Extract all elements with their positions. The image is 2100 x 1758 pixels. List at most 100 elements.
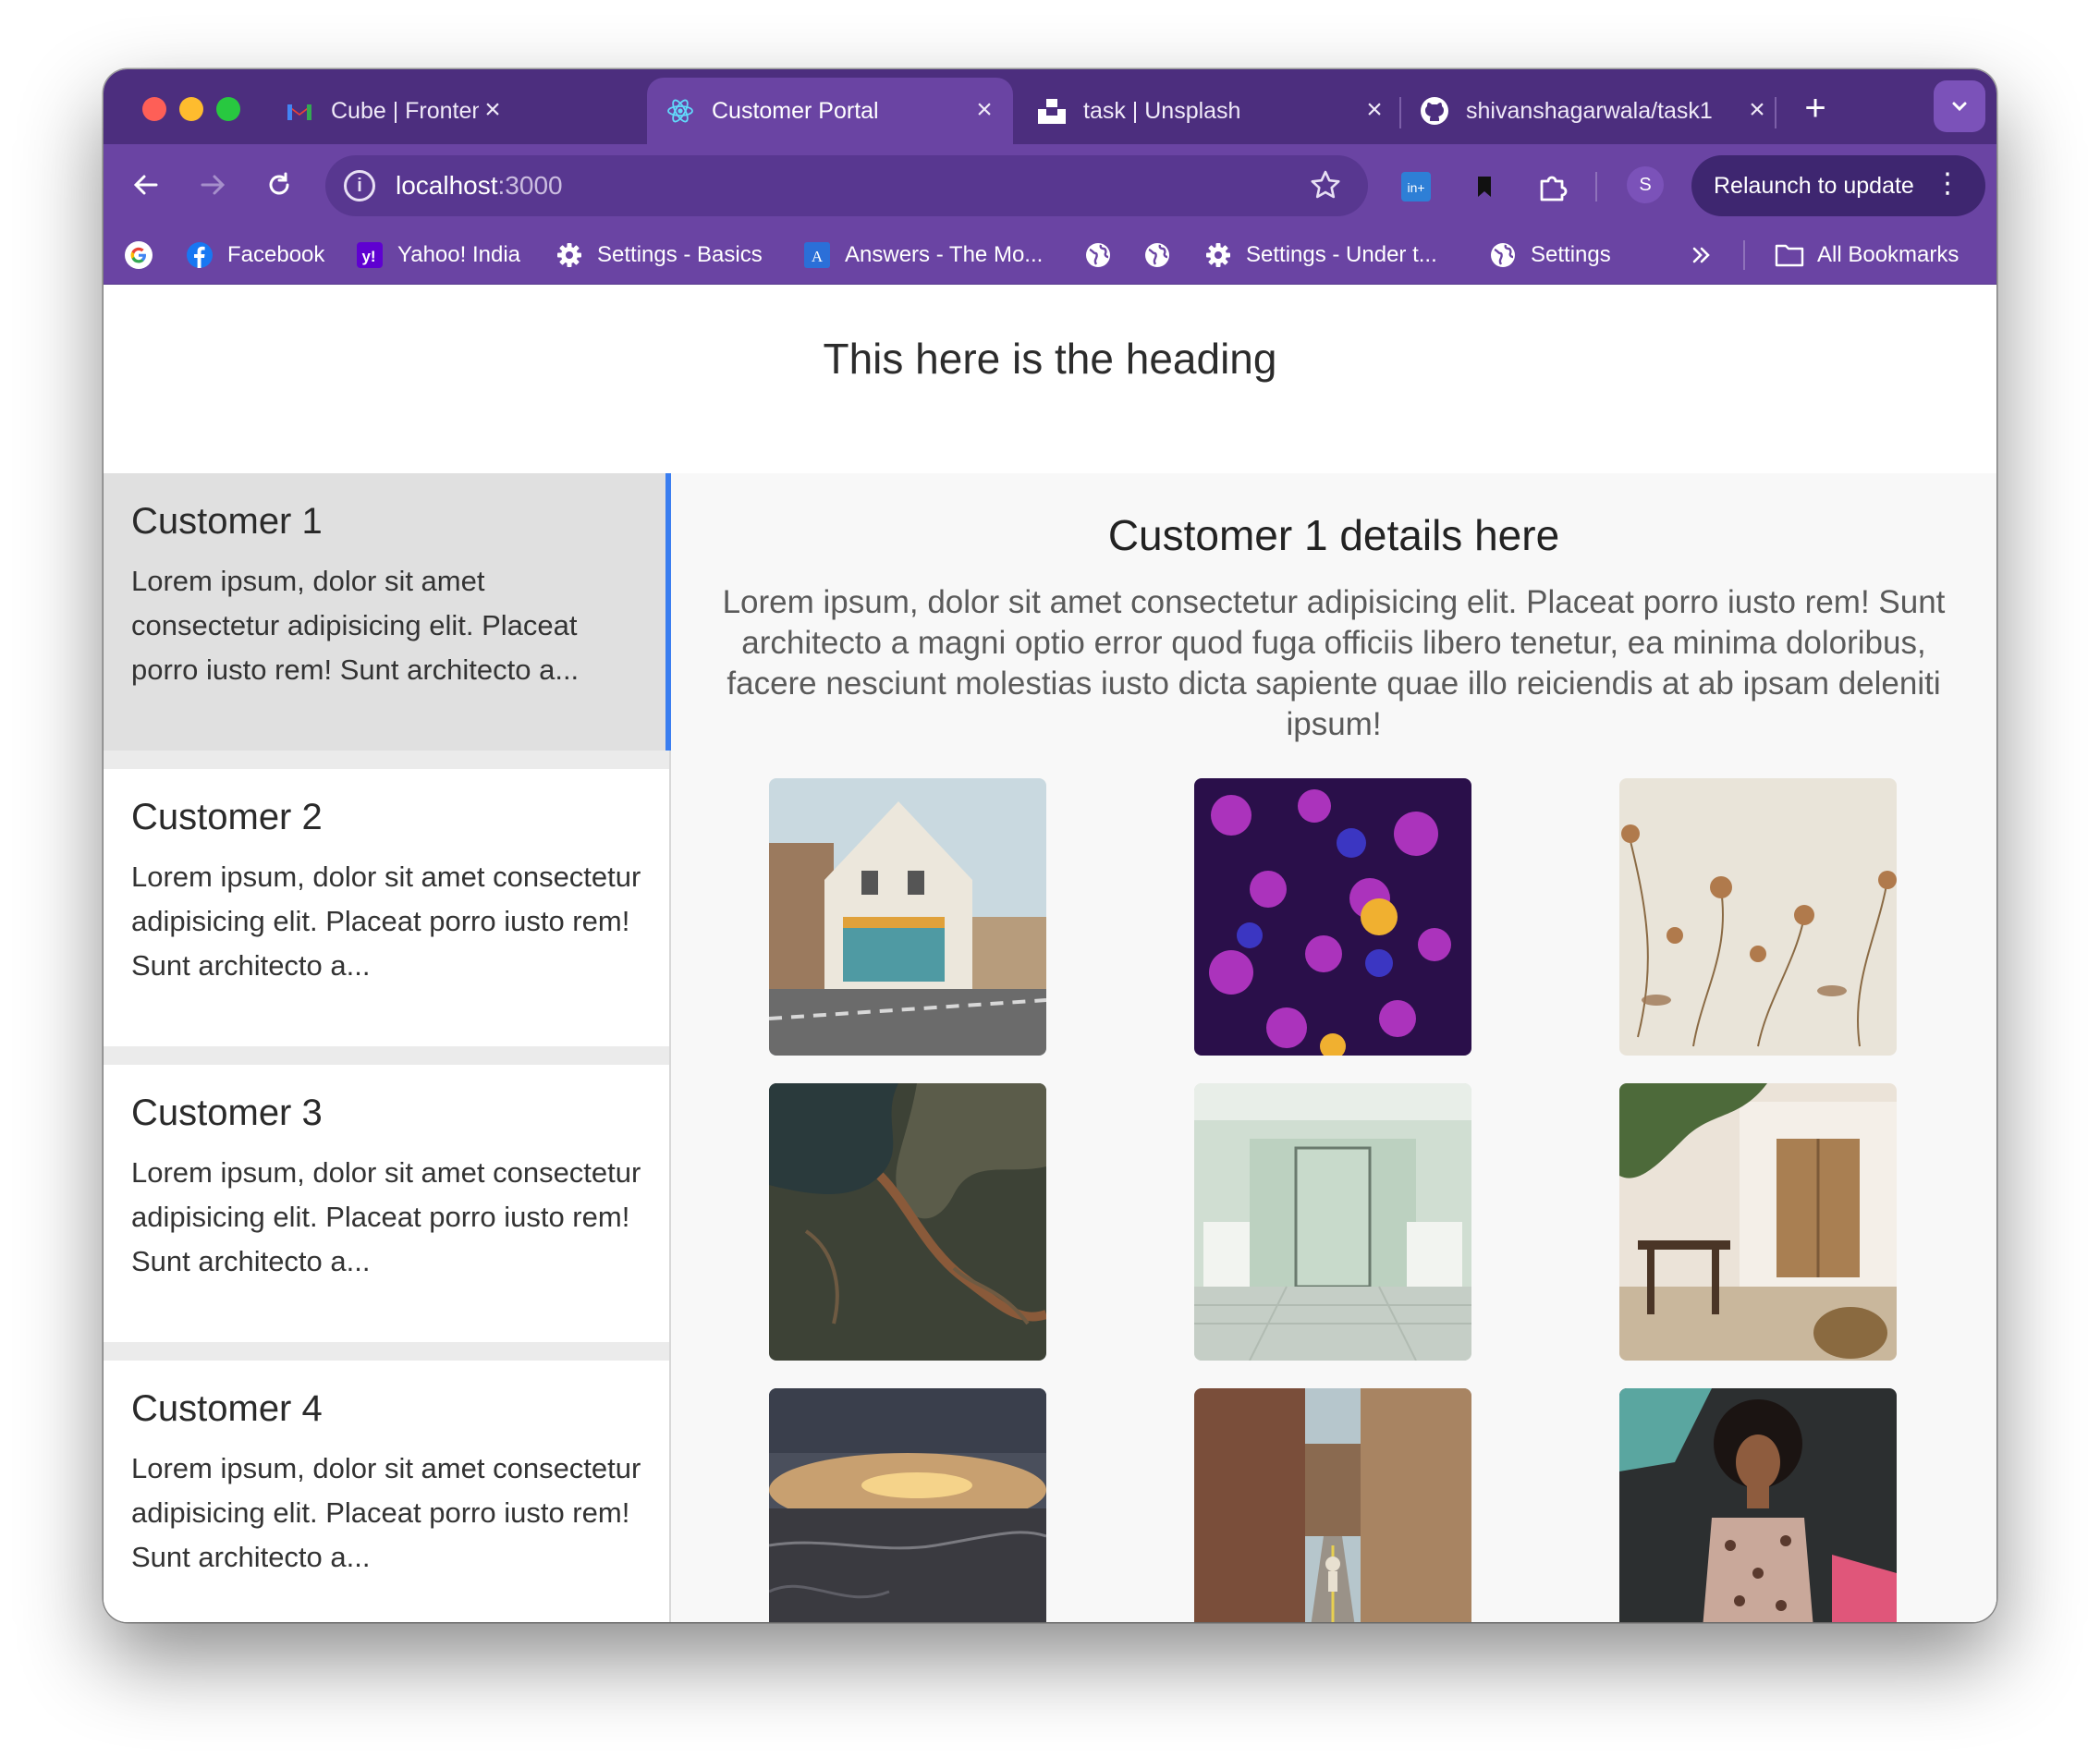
address-bar[interactable]: i localhost:3000: [325, 155, 1368, 216]
double-chevron-right-icon: [1692, 247, 1710, 263]
bookmarks-bar: Facebook y! Yahoo! India Settings - Basi…: [104, 226, 1996, 285]
unsplash-icon: [1037, 96, 1067, 126]
tab-strip: Cube | Frontend Develo × Customer Portal…: [104, 69, 1996, 144]
customer-name: Customer 4: [131, 1388, 323, 1429]
all-bookmarks-label: All Bookmarks: [1817, 242, 1960, 267]
brick-street-cyclist-photo: [1194, 1388, 1471, 1622]
yahoo-icon: y!: [355, 240, 385, 270]
customer-description: Lorem ipsum, dolor sit amet consectetur …: [131, 1452, 641, 1573]
bookmark-facebook[interactable]: Facebook: [185, 238, 324, 272]
bookmark-yahoo[interactable]: y! Yahoo! India: [355, 238, 520, 272]
woman-portrait-photo: [1619, 1388, 1897, 1622]
gear-icon: [555, 240, 584, 270]
customer-card-2[interactable]: Customer 2 Lorem ipsum, dolor sit amet c…: [104, 769, 669, 1046]
relaunch-button[interactable]: Relaunch to update ⋮: [1691, 155, 1985, 216]
bookmark-globe-2[interactable]: [1142, 238, 1185, 272]
customer-details: Customer 1 details here Lorem ipsum, dol…: [671, 473, 1996, 1622]
tab-search-button[interactable]: [1934, 80, 1985, 132]
github-icon: [1420, 96, 1449, 126]
bookmark-globe-1[interactable]: [1083, 238, 1126, 272]
close-window-button[interactable]: [142, 97, 166, 121]
bookmark-google[interactable]: [124, 238, 166, 272]
facebook-icon: [185, 240, 214, 270]
gmail-icon: [285, 96, 314, 126]
tab-title: Cube | Frontend Develo: [331, 97, 479, 124]
customer-card-4[interactable]: Customer 4 Lorem ipsum, dolor sit amet c…: [104, 1361, 669, 1622]
url-port: :3000: [497, 171, 563, 200]
minimize-window-button[interactable]: [179, 97, 203, 121]
customer-name: Customer 1: [131, 501, 323, 542]
customer-description: Lorem ipsum, dolor sit amet consectetur …: [131, 861, 641, 982]
bookmark-label: Yahoo! India: [397, 242, 520, 267]
globe-icon: [1083, 240, 1113, 270]
customer-card-1[interactable]: Customer 1 Lorem ipsum, dolor sit amet c…: [104, 473, 671, 751]
bookmark-extension-icon[interactable]: [1466, 168, 1503, 205]
reload-icon: [269, 172, 289, 195]
all-bookmarks-button[interactable]: All Bookmarks: [1775, 238, 1959, 272]
bookmark-label: Answers - The Mo...: [845, 242, 1044, 267]
bookmark-label: Settings - Basics: [597, 242, 763, 267]
white-house-street-photo: [769, 778, 1046, 1056]
globe-icon: [1488, 240, 1518, 270]
back-button[interactable]: [126, 165, 166, 205]
aerial-landscape-photo: [769, 1083, 1046, 1361]
more-bookmarks-button[interactable]: [1690, 238, 1714, 272]
customer-list: Customer 1 Lorem ipsum, dolor sit amet c…: [104, 473, 671, 1622]
tab-customer-portal[interactable]: Customer Portal ×: [647, 78, 1013, 144]
globe-icon: [1142, 240, 1172, 270]
details-title: Customer 1 details here: [1107, 511, 1560, 559]
customer-name: Customer 3: [131, 1093, 323, 1133]
browser-toolbar: i localhost:3000 in+ S Relaunch to updat…: [104, 144, 1996, 226]
customer-name: Customer 2: [131, 797, 323, 837]
svg-text:y!: y!: [361, 248, 375, 265]
extensions-puzzle-icon[interactable]: [1534, 168, 1571, 205]
site-info-icon[interactable]: i: [344, 170, 375, 201]
purple-bokeh-photo: [1194, 778, 1471, 1056]
gear-icon: [1203, 240, 1233, 270]
new-tab-button[interactable]: +: [1795, 90, 1836, 130]
tab-title: task | Unsplash: [1083, 97, 1241, 124]
sunset-sea-photo: [769, 1388, 1046, 1622]
customer-description: Lorem ipsum, dolor sit amet consectetur …: [131, 565, 580, 686]
profile-avatar[interactable]: S: [1627, 166, 1664, 203]
bookmark-settings-basics[interactable]: Settings - Basics: [555, 238, 763, 272]
page-heading: This here is the heading: [823, 335, 1277, 383]
svg-text:in+: in+: [1407, 180, 1424, 195]
close-icon[interactable]: ×: [1361, 96, 1388, 125]
bookmark-settings[interactable]: Settings: [1488, 238, 1611, 272]
customer-card-3[interactable]: Customer 3 Lorem ipsum, dolor sit amet c…: [104, 1065, 669, 1342]
tab-close-button[interactable]: ×: [479, 78, 507, 144]
more-menu-icon[interactable]: ⋮: [1934, 170, 1961, 198]
browser-window: Cube | Frontend Develo × Customer Portal…: [104, 69, 1996, 1622]
tab-gmail[interactable]: Cube | Frontend Develo: [285, 78, 479, 144]
forward-arrow-icon: [201, 175, 226, 195]
url-text[interactable]: localhost:3000: [396, 171, 563, 201]
react-icon: [665, 96, 695, 126]
relaunch-label: Relaunch to update: [1714, 172, 1914, 199]
folder-icon: [1775, 240, 1804, 270]
answers-icon: A: [802, 240, 832, 270]
courtyard-cafe-photo: [1619, 1083, 1897, 1361]
page-content: This here is the heading Customer 1 Lore…: [104, 285, 1996, 1622]
bookmark-label: Settings: [1531, 242, 1611, 267]
tab-separator: [1775, 97, 1776, 128]
invision-extension-icon[interactable]: in+: [1398, 168, 1435, 205]
green-bathroom-photo: [1194, 1083, 1471, 1361]
tab-title: Customer Portal: [712, 97, 879, 124]
close-icon[interactable]: ×: [479, 96, 507, 125]
bookmark-label: Facebook: [227, 242, 325, 267]
chevron-down-icon: [1952, 102, 1967, 112]
maximize-window-button[interactable]: [216, 97, 240, 121]
details-body: Lorem ipsum, dolor sit amet consectetur …: [722, 584, 1946, 742]
url-host: localhost: [396, 171, 498, 200]
close-icon[interactable]: ×: [971, 96, 998, 125]
bookmark-settings-under[interactable]: Settings - Under t...: [1203, 238, 1437, 272]
bookmark-star-icon[interactable]: [1309, 168, 1342, 206]
forward-button[interactable]: [192, 165, 233, 205]
reload-button[interactable]: [259, 165, 299, 205]
close-icon[interactable]: ×: [1743, 96, 1771, 125]
tab-github[interactable]: shivanshagarwala/task1 ×: [1420, 78, 1786, 144]
bookmark-answers[interactable]: A Answers - The Mo...: [802, 238, 1043, 272]
tab-unsplash[interactable]: task | Unsplash ×: [1037, 78, 1403, 144]
bookmark-label: Settings - Under t...: [1246, 242, 1437, 267]
